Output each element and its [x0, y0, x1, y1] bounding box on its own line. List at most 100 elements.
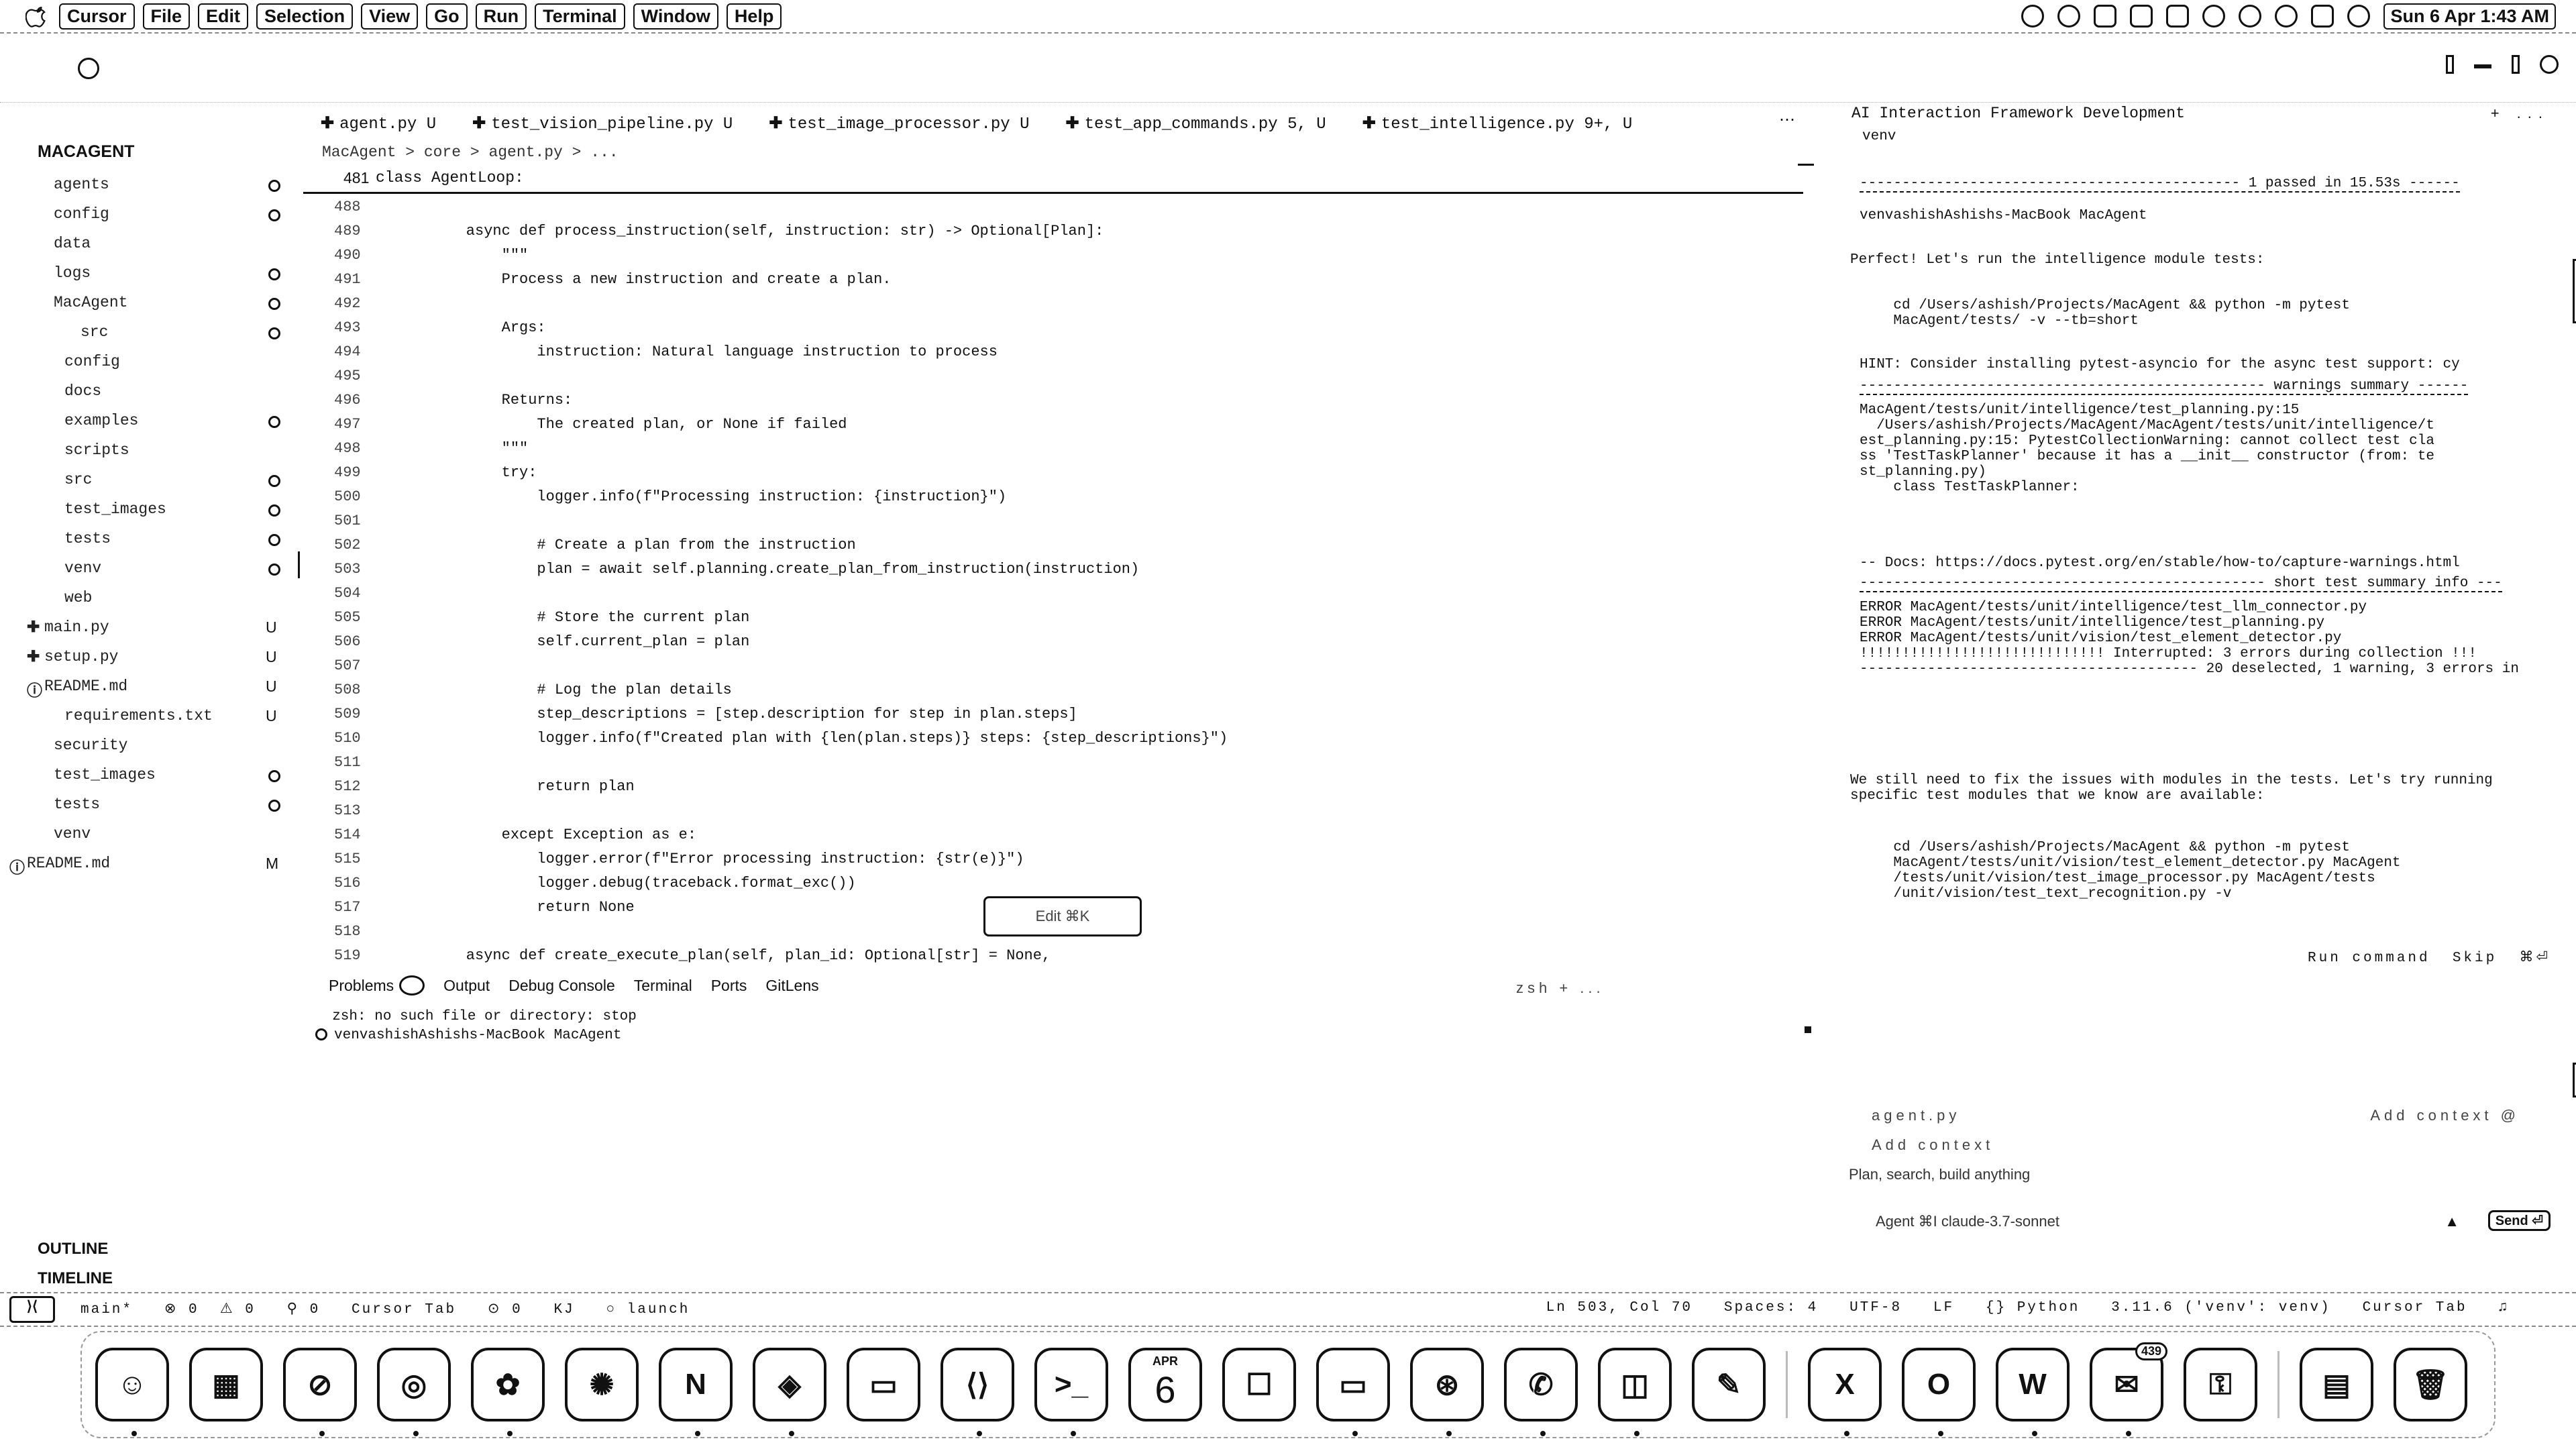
- file-tree-item[interactable]: config: [0, 349, 302, 378]
- code-line[interactable]: 495: [303, 364, 1803, 388]
- menu-terminal[interactable]: Terminal: [535, 3, 625, 30]
- file-tree-item[interactable]: logs: [0, 260, 302, 290]
- tab-gitlens[interactable]: GitLens: [765, 977, 818, 995]
- code-line[interactable]: 514 except Exception as e:: [303, 822, 1803, 847]
- menu-window[interactable]: Window: [633, 3, 718, 30]
- play-status-icon[interactable]: [2202, 5, 2226, 28]
- terminal-output[interactable]: zsh: no such file or directory: stop ven…: [315, 1009, 637, 1046]
- file-tree-item[interactable]: src: [0, 467, 302, 496]
- file-tree-item[interactable]: web: [0, 585, 302, 614]
- wifi-icon[interactable]: [2239, 5, 2262, 28]
- chatgpt-status-icon[interactable]: [2057, 5, 2081, 28]
- excel-icon[interactable]: X: [1808, 1348, 1882, 1436]
- cursor-icon[interactable]: ◈: [753, 1348, 826, 1436]
- toggle-sidebar-icon[interactable]: [2446, 55, 2454, 74]
- breadcrumb[interactable]: MacAgent > core > agent.py > ...: [322, 144, 619, 161]
- window-close-icon[interactable]: [78, 58, 99, 79]
- script-icon[interactable]: ✎: [1692, 1348, 1766, 1421]
- tab-ports[interactable]: Ports: [711, 977, 747, 995]
- file-tree-item[interactable]: test_images: [0, 496, 302, 526]
- file-tree-item[interactable]: venv: [0, 555, 302, 585]
- word-icon[interactable]: W: [1996, 1348, 2070, 1436]
- claude-status-icon[interactable]: [2021, 5, 2045, 28]
- code-line[interactable]: 498 """: [303, 436, 1803, 460]
- search-icon[interactable]: [2275, 5, 2298, 28]
- sticky-scroll-header[interactable]: 481 class AgentLoop:: [303, 164, 1814, 194]
- menu-help[interactable]: Help: [726, 3, 782, 30]
- toggle-chat-icon[interactable]: [2512, 55, 2520, 74]
- code-line[interactable]: 497 The created plan, or None if failed: [303, 412, 1803, 436]
- code-line[interactable]: 513: [303, 798, 1803, 822]
- file-tree-item[interactable]: venv: [0, 821, 302, 851]
- menu-run[interactable]: Run: [475, 3, 527, 30]
- notes-icon[interactable]: ☐: [1222, 1348, 1296, 1421]
- file-tree-item[interactable]: test_images: [0, 762, 302, 792]
- code-line[interactable]: 507: [303, 653, 1803, 678]
- menu-go[interactable]: Go: [426, 3, 468, 30]
- toggle-panel-icon[interactable]: [2474, 64, 2491, 68]
- tab-terminal[interactable]: Terminal: [634, 977, 692, 995]
- editor-tab[interactable]: ✚ test_image_processor.py U: [769, 113, 1029, 133]
- project-title[interactable]: MACAGENT: [38, 142, 134, 162]
- code-line[interactable]: 488: [303, 195, 1803, 219]
- tab-output[interactable]: Output: [443, 977, 490, 995]
- code-line[interactable]: 505 # Store the current plan: [303, 605, 1803, 629]
- steam-icon[interactable]: ⊛: [1410, 1348, 1484, 1436]
- code-line[interactable]: 501: [303, 508, 1803, 533]
- code-line[interactable]: 502 # Create a plan from the instruction: [303, 533, 1803, 557]
- outline-section[interactable]: OUTLINE: [38, 1240, 108, 1258]
- code-line[interactable]: 506 self.current_plan = plan: [303, 629, 1803, 653]
- code-line[interactable]: 492: [303, 291, 1803, 315]
- file-tree-item[interactable]: docs: [0, 378, 302, 408]
- editor-tab[interactable]: ✚ test_vision_pipeline.py U: [472, 113, 733, 133]
- panel-stop-icon[interactable]: [1805, 1026, 1811, 1033]
- code-line[interactable]: 509 step_descriptions = [step.descriptio…: [303, 702, 1803, 726]
- downloads-icon[interactable]: ▤: [2300, 1348, 2373, 1421]
- preview-icon[interactable]: ▭: [847, 1348, 920, 1421]
- mic-icon[interactable]: ▲: [2445, 1213, 2459, 1230]
- inline-edit-button[interactable]: Edit ⌘K: [983, 896, 1142, 936]
- file-tree-item[interactable]: security: [0, 733, 302, 762]
- finder-icon[interactable]: ☺: [95, 1348, 169, 1436]
- safari-icon[interactable]: ⊘: [283, 1348, 357, 1436]
- add-context-hint[interactable]: Add context: [1872, 1136, 1994, 1154]
- file-tree-item[interactable]: src: [0, 319, 302, 349]
- menu-app-name[interactable]: Cursor: [59, 3, 135, 30]
- chat-scrollbar[interactable]: [2573, 259, 2576, 323]
- code-line[interactable]: 508 # Log the plan details: [303, 678, 1803, 702]
- file-tree-item[interactable]: ⓘ README.md U: [0, 674, 302, 703]
- file-tree-item[interactable]: ⓘ README.md M: [0, 851, 302, 880]
- menu-file[interactable]: File: [142, 3, 191, 30]
- file-tree-item[interactable]: ✚ main.py U: [0, 614, 302, 644]
- chat-title[interactable]: AI Interaction Framework Development: [1851, 105, 2185, 122]
- dictionary-status-icon[interactable]: [2094, 5, 2117, 28]
- editor-tab[interactable]: ✚ agent.py U: [321, 113, 436, 133]
- code-line[interactable]: 500 logger.info(f"Processing instruction…: [303, 484, 1803, 508]
- status-left-items[interactable]: main* ⊗ 0 ⚠ 0 ⚲ 0 Cursor Tab ⊙ 0 KJ ○ la…: [80, 1300, 690, 1318]
- code-line[interactable]: 516 logger.debug(traceback.format_exc()): [303, 871, 1803, 895]
- terminal-icon[interactable]: >_: [1034, 1348, 1108, 1436]
- passwords-icon[interactable]: ⚿: [2184, 1348, 2257, 1421]
- file-tree-item[interactable]: MacAgent: [0, 290, 302, 319]
- chat-resize-handle[interactable]: [2573, 1063, 2576, 1097]
- file-tree-item[interactable]: agents: [0, 172, 302, 201]
- calendar-icon[interactable]: APR 6: [1128, 1348, 1202, 1421]
- vscode-icon[interactable]: ⟨⟩: [941, 1348, 1014, 1436]
- trash-icon[interactable]: 🗑: [2394, 1348, 2467, 1421]
- run-command-bar[interactable]: Run command Skip ⌘⏎: [2308, 949, 2551, 966]
- timeline-section[interactable]: TIMELINE: [38, 1269, 113, 1288]
- file-tree-item[interactable]: examples: [0, 408, 302, 437]
- file-tree-item[interactable]: requirements.txt U: [0, 703, 302, 733]
- code-line[interactable]: 510 logger.info(f"Created plan with {len…: [303, 726, 1803, 750]
- code-line[interactable]: 515 logger.error(f"Error processing inst…: [303, 847, 1803, 871]
- apple-icon[interactable]: [25, 5, 48, 28]
- menu-selection[interactable]: Selection: [256, 3, 354, 30]
- code-line[interactable]: 504: [303, 581, 1803, 605]
- chatgpt-icon[interactable]: ✿: [471, 1348, 545, 1436]
- code-line[interactable]: 496 Returns:: [303, 388, 1803, 412]
- code-line[interactable]: 512 return plan: [303, 774, 1803, 798]
- chat-input[interactable]: Plan, search, build anything: [1849, 1166, 2030, 1183]
- code-line[interactable]: 491 Process a new instruction and create…: [303, 267, 1803, 291]
- file-tree-item[interactable]: ✚ setup.py U: [0, 644, 302, 674]
- trello-icon[interactable]: ◫: [1598, 1348, 1672, 1436]
